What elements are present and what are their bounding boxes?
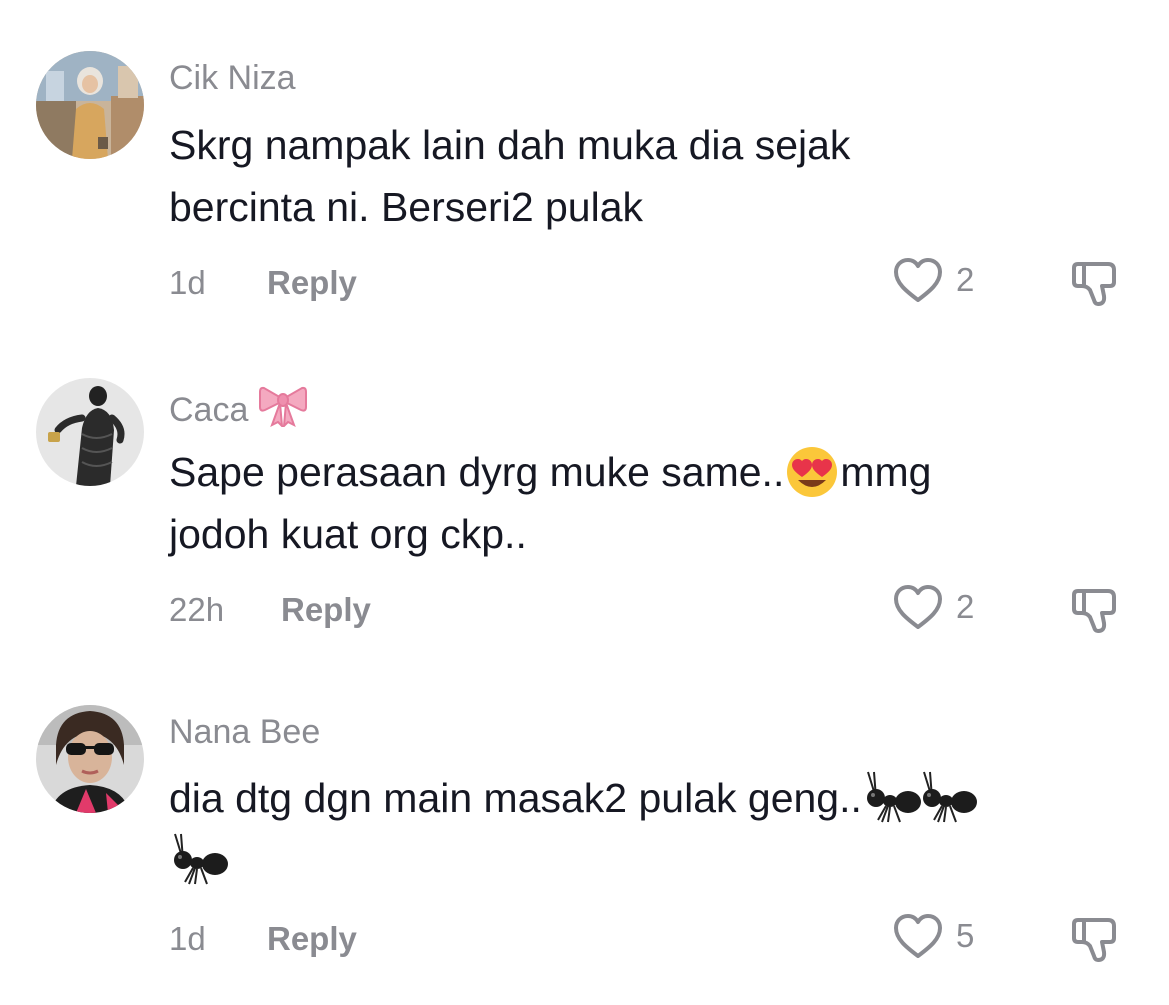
comment-text-part: dia dtg dgn main masak2 pulak geng.. xyxy=(169,775,862,821)
reply-button[interactable]: Reply xyxy=(267,919,357,959)
comment-author[interactable]: Nana Bee xyxy=(169,712,320,752)
like-button[interactable]: 5 xyxy=(892,912,992,962)
dislike-button[interactable] xyxy=(1070,912,1124,966)
like-count: 5 xyxy=(956,917,975,954)
heart-icon xyxy=(894,914,942,958)
avatar[interactable] xyxy=(36,705,144,813)
comment-item: Nana Bee dia dtg dgn main masak2 pulak g… xyxy=(0,0,1169,1005)
comment-time: 1d xyxy=(169,920,206,957)
ant-emoji-icon xyxy=(918,768,977,823)
thumbs-down-icon xyxy=(1072,918,1116,962)
comment-meta: 1d Reply xyxy=(169,919,357,959)
comment-text: dia dtg dgn main masak2 pulak geng.. xyxy=(169,767,1069,891)
ant-emoji-icon xyxy=(169,830,228,885)
comment-text-line xyxy=(169,829,1069,891)
comment-text-line: dia dtg dgn main masak2 pulak geng.. xyxy=(169,767,1069,829)
ant-emoji-icon xyxy=(862,768,921,823)
